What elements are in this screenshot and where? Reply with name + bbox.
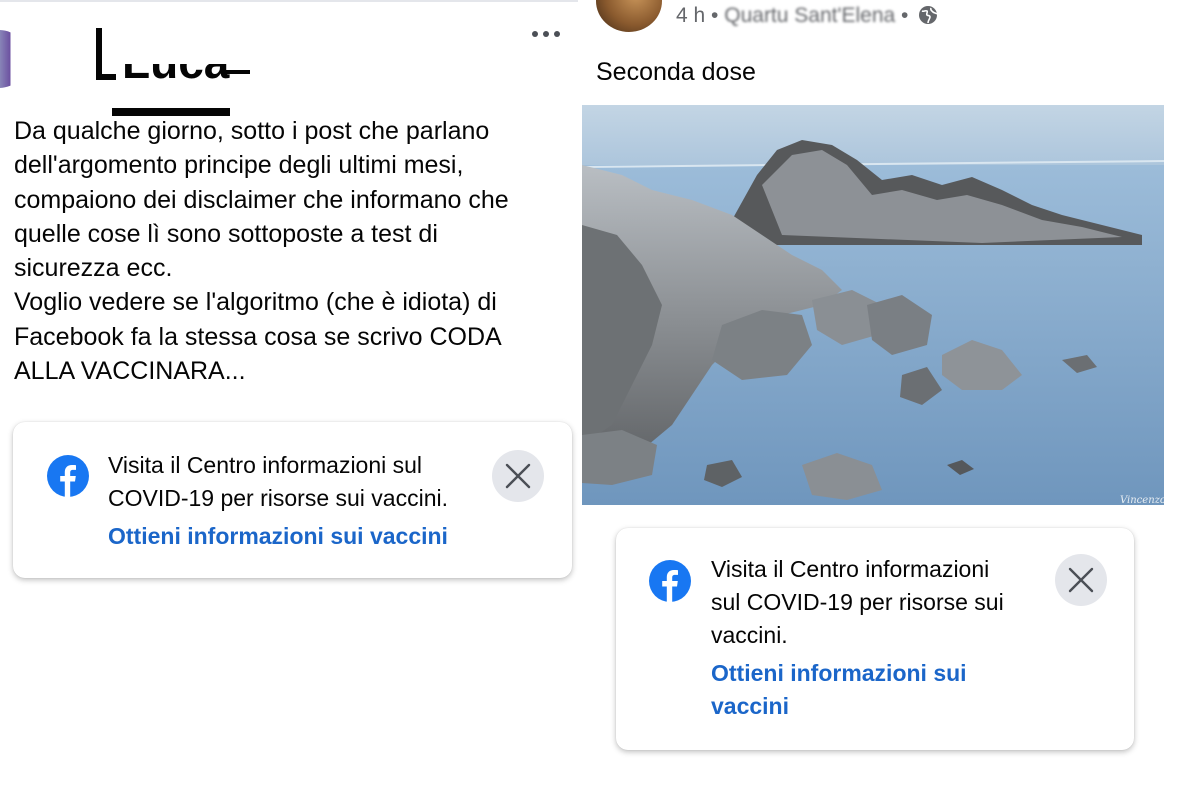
facebook-icon xyxy=(47,455,89,497)
meta-separator: • xyxy=(711,4,719,27)
author-avatar[interactable] xyxy=(0,30,28,88)
post-time: 4 h xyxy=(676,4,706,27)
meta-separator: • xyxy=(901,4,909,27)
globe-icon xyxy=(919,6,938,24)
top-divider xyxy=(0,0,578,2)
left-post-panel: Luca Da qualche giorno, sotto i post che… xyxy=(0,0,578,810)
close-icon xyxy=(1068,567,1094,593)
vaccine-info-link[interactable]: Ottieni informazioni sui vaccini xyxy=(108,520,448,553)
card-text-line1: Visita il Centro informazioni sul xyxy=(108,452,423,478)
close-card-button[interactable] xyxy=(1055,554,1107,606)
post-photo[interactable]: Vincenzo Ro xyxy=(582,105,1164,505)
card-text-line1: Visita il Centro informazioni xyxy=(711,556,990,582)
facebook-icon xyxy=(649,560,691,602)
covid-info-card: Visita il Centro informazioni sul COVID-… xyxy=(616,528,1134,750)
vaccine-info-link[interactable]: Ottieni informazioni sui xyxy=(711,657,967,690)
post-title: Seconda dose xyxy=(596,58,756,86)
post-meta: 4 h • Quartu Sant'Elena • xyxy=(676,4,938,28)
card-text-line2: sul COVID-19 per risorse sui xyxy=(711,589,1004,615)
close-card-button[interactable] xyxy=(492,450,544,502)
vaccine-info-link-cont[interactable]: vaccini xyxy=(711,690,789,723)
photo-watermark: Vincenzo Ro xyxy=(1120,495,1164,505)
post-body-text: Da qualche giorno, sotto i post che parl… xyxy=(14,117,509,386)
card-text-line3: vaccini. xyxy=(711,622,788,648)
more-horizontal-icon[interactable] xyxy=(532,26,562,42)
post-location[interactable]: Quartu Sant'Elena xyxy=(724,4,895,28)
right-post-panel: 4 h • Quartu Sant'Elena • Seconda dose V… xyxy=(582,0,1200,810)
author-avatar[interactable] xyxy=(596,0,662,32)
card-text-line2: COVID-19 per risorse sui vaccini. xyxy=(108,485,448,511)
covid-info-card: Visita il Centro informazioni sul COVID-… xyxy=(13,422,572,578)
author-name-redacted[interactable]: Luca xyxy=(92,26,262,116)
close-icon xyxy=(505,463,531,489)
